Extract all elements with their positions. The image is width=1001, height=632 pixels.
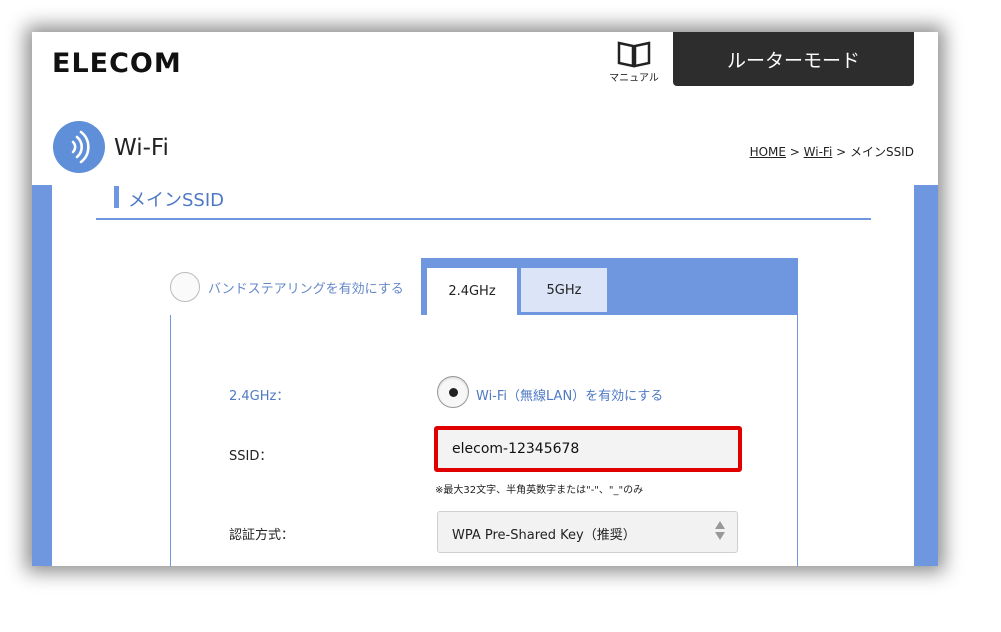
- left-accent-column: [32, 185, 52, 566]
- ssid-label: SSID：: [229, 449, 273, 464]
- tab-5ghz[interactable]: 5GHz: [521, 268, 607, 312]
- radio-selected-dot: [449, 388, 458, 397]
- wifi-enable-radio[interactable]: [437, 376, 469, 408]
- breadcrumb-separator: >: [785, 145, 804, 159]
- band-enable-label: 2.4GHz：: [229, 389, 290, 404]
- elecom-logo[interactable]: ELECOM: [52, 48, 182, 79]
- breadcrumb-home[interactable]: HOME: [750, 145, 786, 159]
- wifi-icon: [71, 130, 90, 164]
- auth-method-select[interactable]: WPA Pre-Shared Key（推奨）: [437, 511, 738, 553]
- manual-link[interactable]: マニュアル: [608, 40, 660, 84]
- band-tab-strip: 2.4GHz 5GHz: [421, 258, 798, 315]
- select-arrows-icon: [715, 521, 727, 540]
- breadcrumb-separator: >: [832, 145, 850, 159]
- wifi-enable-label[interactable]: Wi-Fi（無線LAN）を有効にする: [476, 385, 663, 404]
- auth-method-value: WPA Pre-Shared Key（推奨）: [452, 528, 636, 543]
- auth-method-label: 認証方式：: [229, 528, 295, 543]
- tab-2-4ghz[interactable]: 2.4GHz: [427, 268, 517, 315]
- section-heading: メインSSID: [96, 182, 871, 220]
- book-icon: [617, 41, 651, 68]
- section-heading-bar: [114, 186, 119, 208]
- ssid-hint: ※最大32文字、半角英数字または"-"、"_"のみ: [435, 485, 644, 496]
- router-admin-window: ELECOM マニュアル ルーターモード Wi-Fi HOME > Wi-Fi …: [32, 32, 938, 566]
- breadcrumb: HOME > Wi-Fi > メインSSID: [750, 143, 914, 160]
- page-title: Wi-Fi: [114, 135, 169, 161]
- breadcrumb-current: メインSSID: [849, 145, 914, 159]
- manual-label: マニュアル: [609, 73, 659, 84]
- band-steering-label[interactable]: バンドステアリングを有効にする: [208, 278, 404, 297]
- right-accent-column: [914, 185, 938, 566]
- ssid-input[interactable]: [442, 434, 754, 464]
- breadcrumb-wifi[interactable]: Wi-Fi: [804, 145, 833, 159]
- router-mode-button[interactable]: ルーターモード: [673, 32, 914, 86]
- section-title: メインSSID: [128, 190, 225, 211]
- band-steering-checkbox[interactable]: [170, 272, 200, 302]
- ssid-highlight-frame: [434, 426, 754, 472]
- wifi-section-icon: [53, 121, 105, 173]
